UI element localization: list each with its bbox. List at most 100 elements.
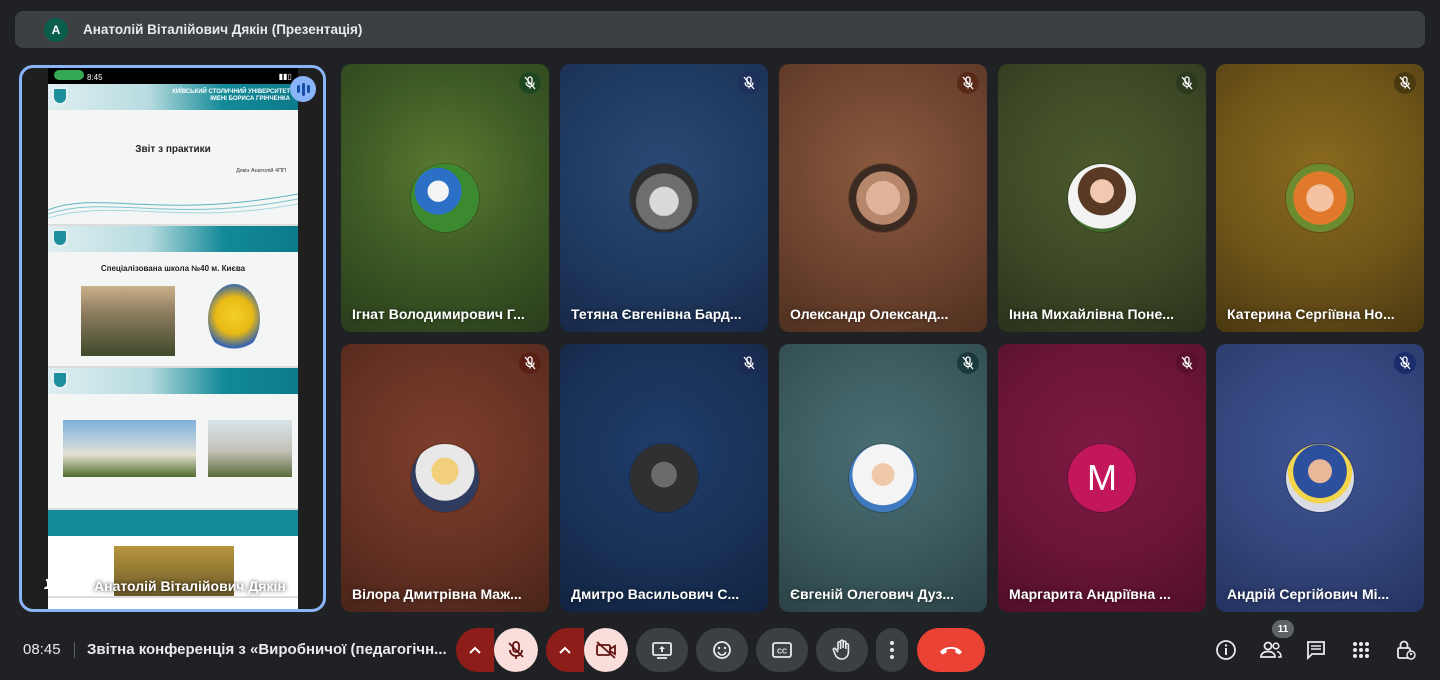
mic-off-icon: [957, 352, 979, 374]
mic-off-icon: [957, 72, 979, 94]
participant-avatar: [1286, 444, 1354, 512]
present-screen-icon: [66, 578, 88, 594]
university-seal-icon: [52, 371, 68, 389]
wave-decoration: [48, 193, 298, 219]
participant-avatar: [630, 164, 698, 232]
presenter-label: Анатолій Віталійович Дякін: [38, 578, 286, 594]
participant-avatar: [630, 444, 698, 512]
mic-off-icon: [1394, 352, 1416, 374]
mic-off-icon: [738, 72, 760, 94]
activities-button[interactable]: [1345, 634, 1377, 666]
participant-tile[interactable]: Ігнат Володимирович Г...: [341, 64, 549, 332]
host-controls-button[interactable]: [1390, 634, 1422, 666]
participant-name: Катерина Сергіївна Но...: [1227, 306, 1395, 322]
presentation-tile[interactable]: 8:45 ▮▮▯ КИЇВСЬКИЙ СТОЛИЧНИЙ УНІВЕРСИТЕТ…: [19, 65, 326, 612]
presenter-avatar: A: [44, 17, 68, 42]
participant-tile[interactable]: M Маргарита Андріївна ...: [998, 344, 1206, 612]
present-now-button[interactable]: [636, 628, 688, 672]
participant-tile[interactable]: Вілора Дмитрівна Маж...: [341, 344, 549, 612]
participant-tile[interactable]: Андрій Сергійович Мі...: [1216, 344, 1424, 612]
slide-header-text: КИЇВСЬКИЙ СТОЛИЧНИЙ УНІВЕРСИТЕТ ІМЕНІ БО…: [172, 89, 290, 102]
leave-call-button[interactable]: [917, 628, 985, 672]
info-icon: [1216, 640, 1236, 660]
audio-options-button[interactable]: [456, 628, 494, 672]
mic-off-icon: [1394, 72, 1416, 94]
mic-off-icon: [508, 641, 524, 659]
participant-tile[interactable]: Катерина Сергіївна Но...: [1216, 64, 1424, 332]
participant-tile[interactable]: Дмитро Васильович С...: [560, 344, 768, 612]
mic-off-icon: [738, 352, 760, 374]
slide-1: КИЇВСЬКИЙ СТОЛИЧНИЙ УНІВЕРСИТЕТ ІМЕНІ БО…: [48, 84, 298, 226]
more-options-button[interactable]: [876, 628, 908, 672]
camera-off-icon: [596, 641, 616, 659]
participant-avatar: [849, 164, 917, 232]
school-emblem: [208, 284, 260, 354]
phone-time: 8:45: [87, 73, 103, 82]
participant-tile[interactable]: Євгеній Олегович Дуз...: [779, 344, 987, 612]
participant-tile[interactable]: Олександр Олександ...: [779, 64, 987, 332]
hang-up-icon: [940, 647, 962, 655]
building-photo: [63, 420, 196, 477]
chat-icon: [1307, 641, 1325, 661]
battery-icon: ▮▮▯: [278, 71, 292, 81]
participant-tile[interactable]: Тетяна Євгенівна Бард...: [560, 64, 768, 332]
meeting-title: Звітна конференція з «Виробничої (педаго…: [87, 641, 447, 658]
participant-avatar: [1286, 164, 1354, 232]
presentation-title: Анатолій Віталійович Дякін (Презентація): [83, 22, 363, 37]
participant-name: Вілора Дмитрівна Маж...: [352, 586, 522, 602]
chat-button[interactable]: [1300, 634, 1332, 666]
mic-off-icon: [1176, 72, 1198, 94]
apps-grid-icon: [1353, 642, 1369, 658]
more-vert-icon: [890, 641, 894, 659]
slide-2: Спеціалізована школа №40 м. Києва: [48, 226, 298, 368]
chevron-up-icon: [559, 646, 571, 654]
captions-button[interactable]: CC: [756, 628, 808, 672]
participant-avatar: [849, 444, 917, 512]
shared-screen: 8:45 ▮▮▯ КИЇВСЬКИЙ СТОЛИЧНИЙ УНІВЕРСИТЕТ…: [48, 68, 298, 609]
university-seal-icon: [52, 229, 68, 247]
participant-name: Дмитро Васильович С...: [571, 586, 740, 602]
presenter-name: Анатолій Віталійович Дякін: [94, 578, 286, 594]
lock-person-icon: [1397, 640, 1416, 660]
toggle-camera-button[interactable]: [584, 628, 628, 672]
participant-tile[interactable]: Інна Михайлівна Поне...: [998, 64, 1206, 332]
speaking-indicator-icon: [290, 76, 316, 102]
people-button[interactable]: [1255, 634, 1287, 666]
captions-icon: CC: [772, 642, 792, 658]
svg-text:CC: CC: [777, 649, 787, 656]
mic-off-icon: [519, 72, 541, 94]
chevron-up-icon: [469, 646, 481, 654]
participant-name: Олександр Олександ...: [790, 306, 949, 322]
participant-name: Андрій Сергійович Мі...: [1227, 586, 1390, 602]
pin-icon[interactable]: [38, 578, 60, 594]
camera-control: [546, 628, 628, 672]
bottom-toolbar: 08:45 Звітна конференція з «Виробничої (…: [0, 620, 1440, 680]
participant-name: Ігнат Володимирович Г...: [352, 306, 525, 322]
participant-name: Маргарита Андріївна ...: [1009, 586, 1171, 602]
participant-name: Євгеній Олегович Дуз...: [790, 586, 955, 602]
participant-name: Тетяна Євгенівна Бард...: [571, 306, 742, 322]
participant-avatar: M: [1068, 444, 1136, 512]
building-photo: [208, 420, 292, 477]
meeting-details-button[interactable]: [1210, 634, 1242, 666]
people-icon: [1260, 641, 1282, 658]
hand-icon: [832, 639, 850, 660]
slide-author: Дякін Анатолій 4ПП: [236, 168, 286, 174]
participant-avatar: [411, 444, 479, 512]
toggle-mic-button[interactable]: [494, 628, 538, 672]
reactions-button[interactable]: [696, 628, 748, 672]
emoji-icon: [713, 641, 731, 659]
raise-hand-button[interactable]: [816, 628, 868, 672]
present-screen-icon: [652, 642, 672, 659]
slide-3: [48, 368, 298, 510]
divider: [74, 642, 75, 658]
school-photo: [81, 286, 175, 356]
slide-title: Звіт з практики: [135, 144, 211, 155]
video-options-button[interactable]: [546, 628, 584, 672]
mic-off-icon: [519, 352, 541, 374]
clock: 08:45: [23, 641, 61, 658]
presentation-banner: A Анатолій Віталійович Дякін (Презентаці…: [15, 11, 1425, 48]
mic-off-icon: [1176, 352, 1198, 374]
participant-avatar: [411, 164, 479, 232]
university-seal-icon: [52, 87, 68, 105]
